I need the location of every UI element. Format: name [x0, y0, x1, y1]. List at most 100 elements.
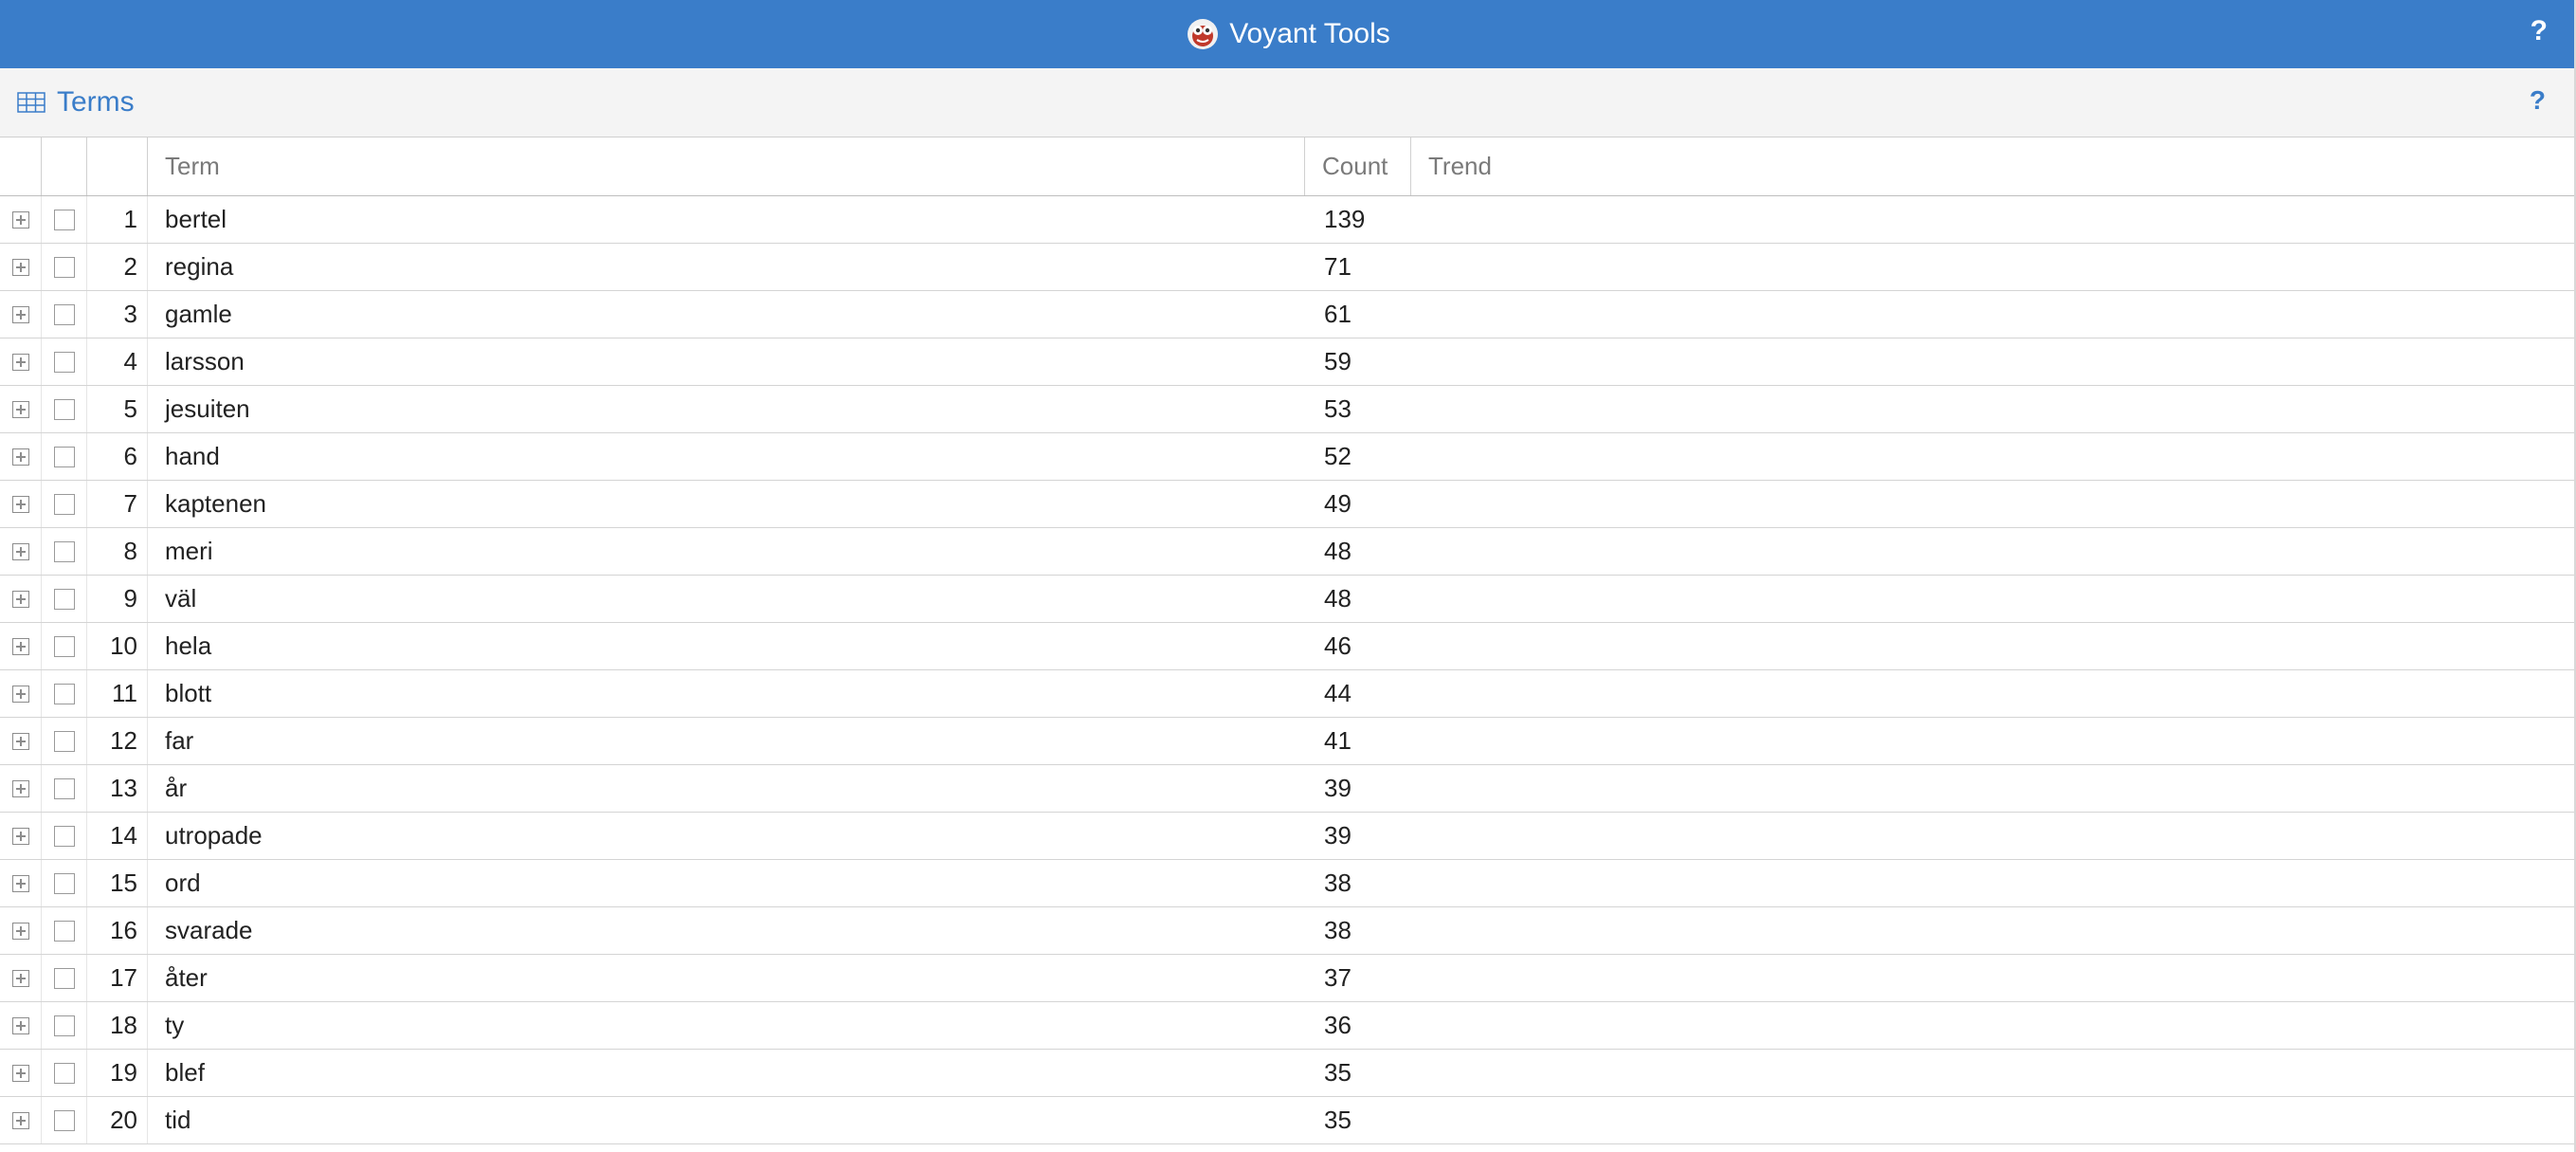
row-index: 15: [87, 860, 148, 906]
header-index-column: [87, 137, 148, 195]
row-index: 2: [87, 244, 148, 290]
row-checkbox[interactable]: [53, 825, 75, 847]
row-checkbox[interactable]: [53, 493, 75, 515]
table-row[interactable]: 13 år 39: [0, 765, 2574, 813]
table-row[interactable]: 3 gamle 61: [0, 291, 2574, 338]
header-term[interactable]: Term: [148, 137, 1305, 195]
table-row[interactable]: 9 väl 48: [0, 576, 2574, 623]
row-checkbox[interactable]: [53, 777, 75, 799]
expand-plus-icon[interactable]: [11, 590, 29, 608]
expand-plus-icon[interactable]: [11, 874, 29, 892]
expand-plus-icon[interactable]: [11, 258, 29, 276]
table-row[interactable]: 10 hela 46: [0, 623, 2574, 670]
row-checkbox[interactable]: [53, 398, 75, 420]
app-header: Voyant Tools ?: [0, 0, 2576, 68]
table-row[interactable]: 14 utropade 39: [0, 813, 2574, 860]
row-expander-cell: [0, 1050, 42, 1096]
row-checkbox[interactable]: [53, 256, 75, 278]
row-trend: [1411, 196, 2574, 243]
table-row[interactable]: 12 far 41: [0, 718, 2574, 765]
expand-plus-icon[interactable]: [11, 922, 29, 940]
table-row[interactable]: 19 blef 35: [0, 1050, 2574, 1097]
row-checkbox[interactable]: [53, 967, 75, 989]
panel-help-button[interactable]: ?: [2530, 85, 2546, 116]
expand-plus-icon[interactable]: [11, 779, 29, 797]
row-count: 39: [1324, 774, 1351, 802]
row-trend: [1411, 860, 2574, 906]
expand-plus-icon[interactable]: [11, 969, 29, 987]
row-index: 10: [87, 623, 148, 669]
expand-plus-icon[interactable]: [11, 1016, 29, 1034]
row-select-cell: [42, 338, 87, 385]
table-row[interactable]: 4 larsson 59: [0, 338, 2574, 386]
header-select-column[interactable]: [42, 137, 87, 195]
row-checkbox[interactable]: [53, 540, 75, 562]
row-select-cell: [42, 196, 87, 243]
header-count[interactable]: Count: [1305, 137, 1411, 195]
row-expander-cell: [0, 860, 42, 906]
row-checkbox[interactable]: [53, 1015, 75, 1036]
row-expander-cell: [0, 765, 42, 812]
grid-table-icon: [17, 92, 45, 113]
expand-plus-icon[interactable]: [11, 542, 29, 560]
table-row[interactable]: 6 hand 52: [0, 433, 2574, 481]
expand-plus-icon[interactable]: [11, 1111, 29, 1129]
row-checkbox[interactable]: [53, 303, 75, 325]
table-row[interactable]: 15 ord 38: [0, 860, 2574, 907]
row-trend: [1411, 623, 2574, 669]
row-checkbox[interactable]: [53, 635, 75, 657]
row-index: 3: [87, 291, 148, 338]
expand-plus-icon[interactable]: [11, 495, 29, 513]
row-index: 7: [87, 481, 148, 527]
row-count: 37: [1324, 963, 1351, 992]
expand-plus-icon[interactable]: [11, 1064, 29, 1082]
row-count: 46: [1324, 631, 1351, 660]
expand-plus-icon[interactable]: [11, 210, 29, 229]
row-checkbox[interactable]: [53, 872, 75, 894]
table-row[interactable]: 17 åter 37: [0, 955, 2574, 1002]
row-checkbox[interactable]: [53, 588, 75, 610]
expand-plus-icon[interactable]: [11, 732, 29, 750]
expand-plus-icon[interactable]: [11, 637, 29, 655]
table-row[interactable]: 2 regina 71: [0, 244, 2574, 291]
table-row[interactable]: 5 jesuiten 53: [0, 386, 2574, 433]
row-index: 17: [87, 955, 148, 1001]
table-row[interactable]: 8 meri 48: [0, 528, 2574, 576]
row-select-cell: [42, 623, 87, 669]
row-term: blef: [165, 1058, 205, 1087]
row-checkbox[interactable]: [53, 730, 75, 752]
row-select-cell: [42, 860, 87, 906]
row-checkbox[interactable]: [53, 920, 75, 942]
row-checkbox[interactable]: [53, 209, 75, 230]
header-trend[interactable]: Trend: [1411, 137, 2574, 195]
table-row[interactable]: 1 bertel 139: [0, 196, 2574, 244]
row-expander-cell: [0, 718, 42, 764]
row-index: 19: [87, 1050, 148, 1096]
expand-plus-icon[interactable]: [11, 400, 29, 418]
row-checkbox[interactable]: [53, 446, 75, 467]
row-select-cell: [42, 1002, 87, 1049]
expand-plus-icon[interactable]: [11, 448, 29, 466]
row-checkbox[interactable]: [53, 683, 75, 704]
table-row[interactable]: 16 svarade 38: [0, 907, 2574, 955]
table-row[interactable]: 11 blott 44: [0, 670, 2574, 718]
app-help-button[interactable]: ?: [2531, 15, 2548, 47]
expand-plus-icon[interactable]: [11, 305, 29, 323]
table-row[interactable]: 18 ty 36: [0, 1002, 2574, 1050]
expand-plus-icon[interactable]: [11, 685, 29, 703]
row-checkbox[interactable]: [53, 1062, 75, 1084]
expand-plus-icon[interactable]: [11, 353, 29, 371]
row-term: blott: [165, 679, 212, 707]
table-row[interactable]: 20 tid 35: [0, 1097, 2574, 1144]
row-select-cell: [42, 907, 87, 954]
row-checkbox[interactable]: [53, 1109, 75, 1131]
row-trend: [1411, 1002, 2574, 1049]
expand-plus-icon[interactable]: [11, 827, 29, 845]
table-row[interactable]: 7 kaptenen 49: [0, 481, 2574, 528]
row-expander-cell: [0, 576, 42, 622]
row-term: åter: [165, 963, 208, 992]
row-count: 39: [1324, 821, 1351, 850]
row-index: 1: [87, 196, 148, 243]
row-checkbox[interactable]: [53, 351, 75, 373]
row-index: 20: [87, 1097, 148, 1143]
